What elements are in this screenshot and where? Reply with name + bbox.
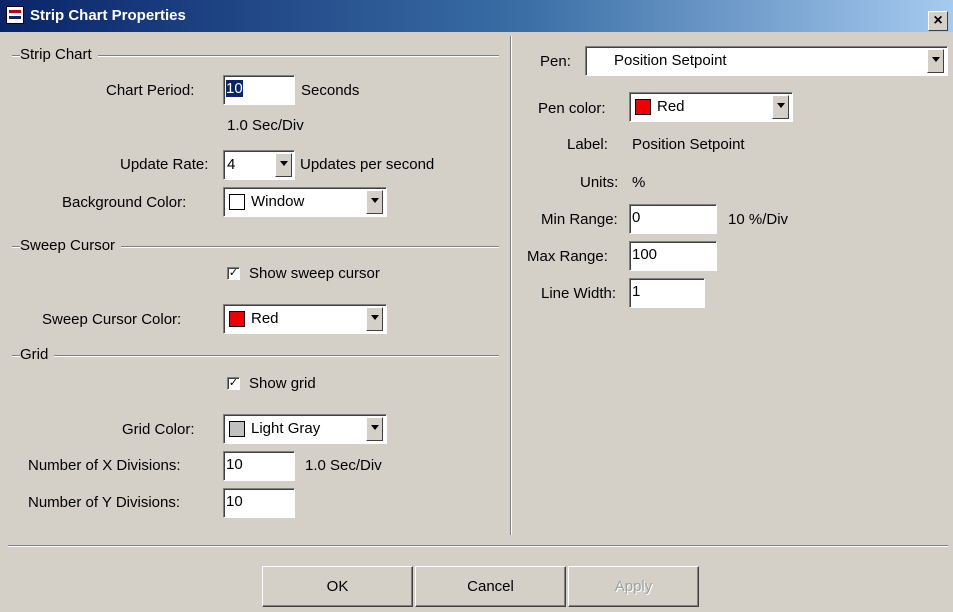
min-range-value: 0: [632, 209, 641, 226]
x-divisions-unit: 1.0 Sec/Div: [305, 457, 382, 474]
strip-chart-section-title: Strip Chart: [20, 46, 98, 63]
app-icon: [6, 6, 24, 24]
grid-color-combo[interactable]: Light Gray: [223, 414, 387, 444]
panel-divider: [510, 36, 512, 535]
show-grid-label[interactable]: Show grid: [249, 375, 316, 392]
chart-period-value: 10: [226, 80, 243, 97]
min-range-label: Min Range:: [541, 211, 618, 228]
update-rate-combo[interactable]: 4: [223, 150, 295, 180]
update-rate-value: 4: [227, 156, 236, 173]
min-range-input[interactable]: 0: [629, 204, 717, 234]
x-divisions-input[interactable]: 10: [223, 451, 295, 481]
button-bar-separator: [8, 545, 948, 547]
pen-label-caption: Label:: [567, 136, 608, 153]
chart-period-input[interactable]: 10: [223, 75, 295, 105]
apply-button[interactable]: Apply: [568, 566, 699, 607]
cancel-button[interactable]: Cancel: [415, 566, 566, 607]
y-divisions-value: 10: [226, 493, 243, 510]
chevron-down-icon[interactable]: [927, 49, 944, 73]
update-rate-label: Update Rate:: [120, 156, 209, 173]
window-title: Strip Chart Properties: [30, 7, 186, 24]
grid-color-label: Grid Color:: [122, 421, 195, 438]
grid-section-title: Grid: [20, 346, 55, 363]
background-color-swatch: [229, 194, 245, 210]
pen-combo[interactable]: Position Setpoint: [585, 46, 948, 76]
chevron-down-icon[interactable]: [366, 190, 383, 214]
chart-sec-per-div: 1.0 Sec/Div: [227, 117, 304, 134]
y-divisions-label: Number of Y Divisions:: [28, 494, 181, 511]
pen-units-value: %: [632, 174, 646, 191]
x-divisions-label: Number of X Divisions:: [28, 457, 181, 474]
background-color-value: Window: [251, 193, 305, 210]
pen-color-value: Red: [657, 98, 685, 115]
sweep-cursor-section-title: Sweep Cursor: [20, 237, 122, 254]
show-sweep-cursor-checkbox[interactable]: ✓: [227, 267, 240, 280]
check-icon: ✓: [228, 377, 239, 389]
sweep-cursor-color-label: Sweep Cursor Color:: [42, 311, 182, 328]
pen-color-swatch: [635, 99, 651, 115]
grid-color-swatch: [229, 421, 245, 437]
show-grid-checkbox[interactable]: ✓: [227, 377, 240, 390]
line-width-value: 1: [632, 283, 641, 300]
pen-color-label: Pen color:: [538, 100, 606, 117]
sweep-cursor-color-swatch: [229, 311, 245, 327]
pen-color-combo[interactable]: Red: [629, 92, 793, 122]
chevron-down-icon[interactable]: [275, 153, 292, 177]
pen-label: Pen:: [540, 53, 571, 70]
y-divisions-input[interactable]: 10: [223, 488, 295, 518]
line-width-label: Line Width:: [541, 285, 617, 302]
min-range-unit: 10 %/Div: [728, 211, 789, 228]
chevron-down-icon[interactable]: [772, 95, 789, 119]
grid-color-value: Light Gray: [251, 420, 321, 437]
pen-units-caption: Units:: [580, 174, 619, 191]
line-width-input[interactable]: 1: [629, 278, 705, 308]
chevron-down-icon[interactable]: [366, 307, 383, 331]
grid-separator: [12, 355, 499, 357]
max-range-label: Max Range:: [527, 248, 608, 265]
pen-label-value: Position Setpoint: [632, 136, 745, 153]
ok-button[interactable]: OK: [262, 566, 413, 607]
chevron-down-icon[interactable]: [366, 417, 383, 441]
check-icon: ✓: [228, 267, 239, 279]
background-color-combo[interactable]: Window: [223, 187, 387, 217]
close-icon[interactable]: ×: [928, 11, 948, 31]
sweep-cursor-color-combo[interactable]: Red: [223, 304, 387, 334]
chart-period-label: Chart Period:: [106, 82, 195, 99]
background-color-label: Background Color:: [62, 194, 187, 211]
x-divisions-value: 10: [226, 456, 243, 473]
show-sweep-cursor-label[interactable]: Show sweep cursor: [249, 265, 380, 282]
update-rate-unit: Updates per second: [300, 156, 435, 173]
pen-value: Position Setpoint: [614, 52, 727, 69]
max-range-input[interactable]: 100: [629, 241, 717, 271]
max-range-value: 100: [632, 246, 658, 263]
sweep-cursor-color-value: Red: [251, 310, 279, 327]
chart-period-unit: Seconds: [301, 82, 360, 99]
